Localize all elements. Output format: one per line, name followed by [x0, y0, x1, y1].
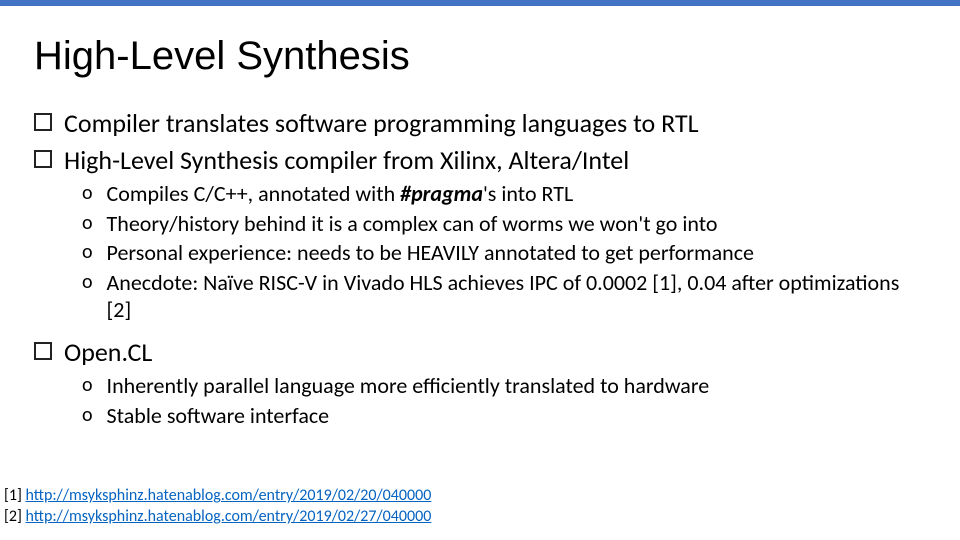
- top-accent-bar: [0, 0, 960, 6]
- references: [1] http://msyksphinz.hatenablog.com/ent…: [4, 486, 431, 528]
- bullet-text: Inherently parallel language more effici…: [107, 372, 710, 400]
- bullet-text: High-Level Synthesis compiler from Xilin…: [64, 144, 629, 177]
- bullet-level2: o Compiles C/C++, annotated with #pragma…: [82, 180, 926, 208]
- bullet-text: Compiles C/C++, annotated with #pragma's…: [107, 180, 574, 208]
- ref-link[interactable]: http://msyksphinz.hatenablog.com/entry/2…: [26, 486, 432, 505]
- bullet-text: Anecdote: Naïve RISC-V in Vivado HLS ach…: [107, 269, 926, 324]
- square-bullet-icon: [34, 342, 52, 360]
- circle-bullet-icon: o: [82, 213, 93, 233]
- slide-content: Compiler translates software programming…: [34, 107, 926, 429]
- bullet-text: Personal experience: needs to be HEAVILY…: [107, 239, 754, 267]
- slide-title: High-Level Synthesis: [34, 34, 960, 79]
- ref-label: [2]: [4, 507, 26, 526]
- bullet-level2: o Inherently parallel language more effi…: [82, 372, 926, 400]
- circle-bullet-icon: o: [82, 183, 93, 203]
- bullet-level2: o Stable software interface: [82, 402, 926, 430]
- bullet-text: Open.CL: [64, 336, 152, 369]
- circle-bullet-icon: o: [82, 272, 93, 292]
- circle-bullet-icon: o: [82, 405, 93, 425]
- bullet-level2: o Theory/history behind it is a complex …: [82, 210, 926, 238]
- circle-bullet-icon: o: [82, 375, 93, 395]
- square-bullet-icon: [34, 113, 52, 131]
- bullet-level1: Compiler translates software programming…: [34, 107, 926, 140]
- circle-bullet-icon: o: [82, 242, 93, 262]
- reference-line: [2] http://msyksphinz.hatenablog.com/ent…: [4, 507, 431, 528]
- spacer: [34, 326, 926, 336]
- square-bullet-icon: [34, 150, 52, 168]
- bullet-level1: High-Level Synthesis compiler from Xilin…: [34, 144, 926, 177]
- reference-line: [1] http://msyksphinz.hatenablog.com/ent…: [4, 486, 431, 507]
- bullet-text: Theory/history behind it is a complex ca…: [107, 210, 718, 238]
- slide: High-Level Synthesis Compiler translates…: [0, 0, 960, 540]
- ref-label: [1]: [4, 486, 26, 505]
- bullet-text: Compiler translates software programming…: [64, 107, 699, 140]
- bullet-level2: o Personal experience: needs to be HEAVI…: [82, 239, 926, 267]
- ref-link[interactable]: http://msyksphinz.hatenablog.com/entry/2…: [26, 507, 432, 526]
- bullet-level1: Open.CL: [34, 336, 926, 369]
- text-italic: #pragma: [400, 180, 483, 207]
- text-run: 's into RTL: [483, 180, 573, 207]
- bullet-level2: o Anecdote: Naïve RISC-V in Vivado HLS a…: [82, 269, 926, 324]
- bullet-text: Stable software interface: [107, 402, 330, 430]
- text-run: Compiles C/C++, annotated with: [107, 180, 401, 207]
